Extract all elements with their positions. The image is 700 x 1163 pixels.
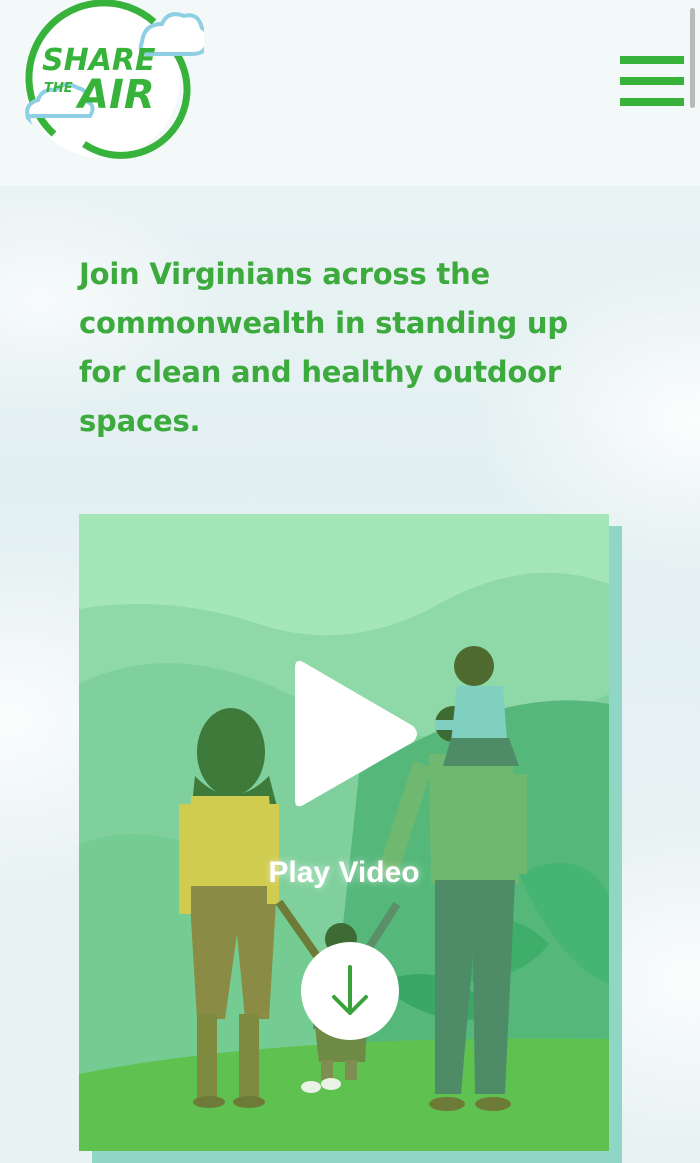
play-video-label[interactable]: Play Video [79,856,609,890]
family-hills-illustration [79,514,609,1151]
logo-word-air: AIR [75,72,155,118]
hamburger-menu-icon[interactable] [620,56,684,106]
logo-word-the: THE [44,81,73,96]
site-header: SHARE THE AIR [0,0,700,186]
arrow-down-icon [332,965,368,1015]
scroll-down-button[interactable] [301,942,399,1040]
share-the-air-logo[interactable]: SHARE THE AIR [14,0,204,160]
menu-bar [620,98,684,106]
menu-bar [620,56,684,64]
scrollbar[interactable] [690,8,695,108]
play-icon[interactable] [291,654,421,814]
menu-bar [620,77,684,85]
video-card[interactable]: Play Video [79,514,609,1151]
intro-text: Join Virginians across the commonwealth … [79,257,568,438]
